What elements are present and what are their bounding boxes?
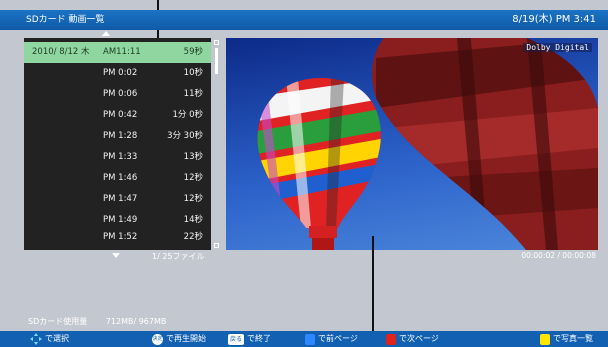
guide-next-page: で次ページ [386,331,439,347]
list-item-time: PM 1:46 [103,173,138,183]
list-item-time: PM 1:28 [103,131,138,141]
screen-title: SDカード 動画一覧 [26,15,105,25]
list-item[interactable]: PM 1:28 3分 30秒 [24,126,211,147]
list-item-time: PM 0:02 [103,68,138,78]
guide-select: で選択 [30,331,69,347]
enter-key-icon: 決定 [152,333,163,345]
header-bar: SDカード 動画一覧 8/19(木) PM 3:41 [0,10,608,30]
list-item-duration: 3分 30秒 [167,131,203,141]
file-count: 1/ 25ファイル [152,252,205,261]
list-item[interactable]: PM 0:42 1分 0秒 [24,105,211,126]
remote-key-guide: で選択 決定 で再生開始 戻る で終了 で前ページ で次ページ で写真一覧 [0,331,608,347]
list-item-duration: 12秒 [183,194,203,204]
guide-next-label: で次ページ [399,334,439,343]
guide-photo-list: で写真一覧 [540,331,593,347]
guide-play: 決定 で再生開始 [152,331,206,347]
list-item[interactable]: PM 0:06 11秒 [24,84,211,105]
scrollbar-thumb[interactable] [215,48,218,74]
scrollbar-top-cap [214,40,219,45]
list-item-duration: 1分 0秒 [172,110,203,120]
clock: 8/19(木) PM 3:41 [512,14,596,25]
list-item[interactable]: PM 1:46 12秒 [24,168,211,189]
list-item-time: PM 0:42 [103,110,138,120]
hot-air-balloon-image [257,38,598,250]
list-item[interactable]: PM 0:02 10秒 [24,63,211,84]
list-item-duration: 13秒 [183,152,203,162]
guide-play-label: で再生開始 [166,334,206,343]
blue-key-icon [305,333,315,345]
guide-prev-page: で前ページ [305,331,358,347]
red-key-icon [386,333,396,345]
guide-back-label: で終了 [247,334,272,343]
guide-prev-label: で前ページ [318,334,358,343]
list-item[interactable]: PM 1:47 12秒 [24,189,211,210]
list-item-duration: 11秒 [183,89,203,99]
list-item-time: AM11:11 [103,47,141,57]
list-item[interactable]: PM 1:52 22秒 [24,227,211,248]
storage-value: 712MB/ 967MB [105,317,167,326]
list-scrollbar[interactable] [214,40,221,250]
list-item-time: PM 1:47 [103,194,138,204]
list-item-time: PM 1:33 [103,152,138,162]
list-item-duration: 59秒 [183,47,203,57]
guide-photo-label: で写真一覧 [553,334,593,343]
storage-usage: SDカード使用量 712MB/ 967MB [28,316,166,327]
storage-label: SDカード使用量 [28,317,88,326]
scroll-up-arrow-icon[interactable] [102,31,110,36]
list-item-date: 2010/ 8/12 木 [32,47,90,57]
list-item-time: PM 0:06 [103,89,138,99]
yellow-key-icon [540,333,550,345]
list-item[interactable]: 2010/ 8/12 木 AM11:11 59秒 [24,42,211,63]
list-item-duration: 22秒 [183,232,203,242]
video-preview: Dolby Digital [226,38,598,250]
guide-back: 戻る で終了 [228,331,271,347]
scrollbar-bottom-cap [214,243,219,248]
guide-select-label: で選択 [45,334,69,343]
list-item-duration: 12秒 [183,173,203,183]
dpad-icon [30,333,42,345]
playback-timecode: 00:00:02 / 00:00:08 [521,251,596,260]
back-key-icon: 戻る [228,333,245,345]
list-item-duration: 10秒 [183,68,203,78]
list-item[interactable]: PM 1:33 13秒 [24,147,211,168]
list-item-time: PM 1:52 [103,232,138,242]
audio-format-badge: Dolby Digital [523,43,592,52]
scroll-down-arrow-icon[interactable] [112,253,120,258]
